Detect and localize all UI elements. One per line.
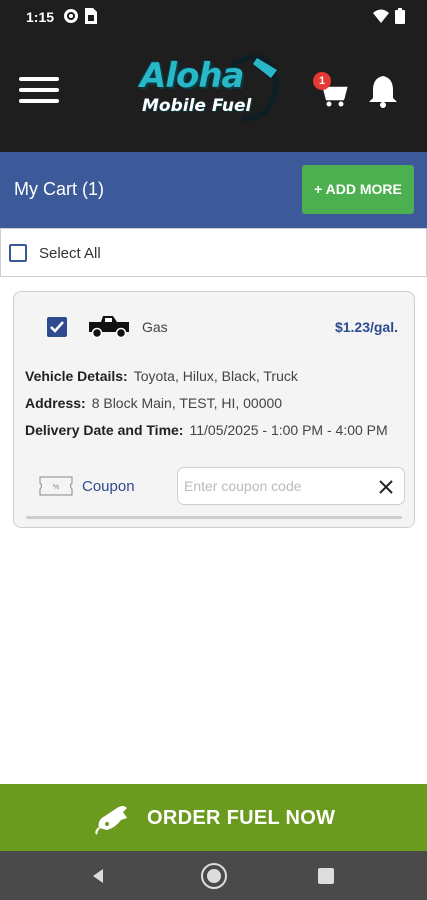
select-all-row[interactable]: Select All (0, 228, 427, 277)
cart-item-card: Gas $1.23/gal. Vehicle Details: Toyota, H… (13, 291, 415, 528)
delivery-label: Delivery Date and Time: (25, 422, 184, 438)
address-details: Address: 8 Block Main, TEST, HI, 00000 (25, 395, 282, 411)
select-all-label: Select All (39, 245, 101, 262)
coupon-label[interactable]: Coupon (82, 478, 135, 495)
select-all-checkbox[interactable] (9, 244, 27, 262)
logo-text-line2: Mobile Fuel (142, 96, 252, 116)
bell-icon (369, 76, 397, 108)
order-fuel-now-button[interactable]: ORDER FUEL NOW (0, 784, 427, 851)
svg-text:%: % (53, 484, 59, 491)
vehicle-details-label: Vehicle Details: (25, 368, 128, 384)
recents-icon[interactable] (318, 868, 334, 884)
app-logo: Aloha Mobile Fuel (132, 50, 282, 132)
wifi-icon (373, 9, 389, 23)
sim-card-icon (85, 8, 97, 24)
delivery-details: Delivery Date and Time: 11/05/2025 - 1:00… (25, 422, 388, 438)
status-time: 1:15 (26, 9, 55, 25)
cart-button[interactable]: 1 (313, 72, 350, 110)
truck-icon (89, 316, 129, 339)
logo-text-line1: Aloha (140, 56, 244, 96)
menu-icon[interactable] (19, 77, 59, 107)
page-title: My Cart (1) (14, 179, 104, 199)
status-bar: 1:15 (0, 0, 427, 34)
coupon-field[interactable] (177, 467, 405, 505)
address-value: 8 Block Main, TEST, HI, 00000 (91, 395, 283, 411)
back-icon[interactable] (89, 867, 107, 885)
at-sign-icon (64, 9, 78, 23)
cart-count-badge: 1 (313, 72, 331, 90)
checkmark-icon (50, 321, 64, 333)
fuel-type: Gas (142, 319, 168, 335)
coupon-icon: % (39, 476, 73, 496)
address-label: Address: (25, 395, 86, 411)
fuel-nozzle-icon (95, 806, 127, 835)
battery-icon (395, 8, 405, 24)
close-icon[interactable] (376, 477, 396, 497)
item-checkbox[interactable] (47, 317, 67, 337)
home-icon[interactable] (199, 861, 229, 891)
card-divider (26, 516, 402, 519)
order-fuel-now-label: ORDER FUEL NOW (147, 807, 336, 829)
delivery-value: 11/05/2025 - 1:00 PM - 4:00 PM (189, 422, 388, 438)
app-header: Aloha Mobile Fuel 1 (0, 34, 427, 152)
system-nav-bar (0, 851, 427, 900)
fuel-price: $1.23/gal. (334, 319, 398, 335)
cart-bar: My Cart (1) + ADD MORE (0, 152, 427, 228)
coupon-input[interactable] (184, 476, 364, 496)
vehicle-details: Vehicle Details: Toyota, Hilux, Black, Tr… (25, 368, 298, 384)
notifications-button[interactable] (367, 74, 401, 110)
vehicle-details-value: Toyota, Hilux, Black, Truck (133, 368, 298, 384)
add-more-button[interactable]: + ADD MORE (302, 165, 414, 214)
